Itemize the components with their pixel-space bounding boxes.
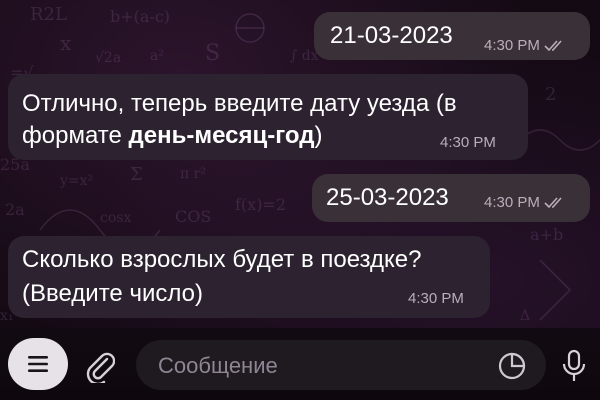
svg-text:x: x bbox=[60, 31, 72, 55]
svg-text:a²: a² bbox=[150, 48, 164, 64]
message-time: 4:30 PM bbox=[440, 134, 496, 151]
svg-text:a+b: a+b bbox=[530, 225, 563, 244]
svg-text:π r²: π r² bbox=[180, 166, 206, 182]
voice-button[interactable] bbox=[556, 344, 592, 388]
message-time: 4:30 PM bbox=[408, 290, 464, 307]
svg-text:Δ: Δ bbox=[520, 308, 530, 324]
svg-text:b+(a-c): b+(a-c) bbox=[110, 7, 170, 26]
svg-text:R2L: R2L bbox=[30, 4, 67, 25]
message-outgoing[interactable]: 25-03-2023 4:30 PM bbox=[312, 174, 590, 222]
sticker-button[interactable] bbox=[494, 348, 530, 384]
message-composer: Сообщение bbox=[0, 328, 600, 400]
svg-text:S: S bbox=[205, 41, 220, 66]
message-text: (Введите число) bbox=[22, 280, 203, 307]
message-incoming[interactable]: Сколько взрослых будет в поездке? (Введи… bbox=[8, 236, 490, 318]
svg-text:cosx: cosx bbox=[100, 210, 131, 226]
svg-text:Σ: Σ bbox=[130, 164, 143, 185]
message-meta: 4:30 PM bbox=[408, 290, 464, 307]
double-check-icon bbox=[544, 39, 562, 51]
svg-text:y=x²: y=x² bbox=[59, 173, 93, 189]
message-time: 4:30 PM bbox=[484, 194, 540, 211]
message-text: формате bbox=[22, 122, 129, 149]
menu-button[interactable] bbox=[8, 338, 68, 390]
message-meta: 4:30 PM bbox=[440, 134, 496, 151]
microphone-icon bbox=[562, 349, 586, 381]
message-text: 21-03-2023 bbox=[330, 22, 453, 49]
message-meta: 4:30 PM bbox=[484, 37, 566, 54]
sticker-icon bbox=[498, 352, 526, 380]
message-text: ) bbox=[314, 122, 323, 149]
svg-text:2a: 2a bbox=[5, 200, 25, 219]
paperclip-icon bbox=[86, 352, 115, 383]
message-text: 25-03-2023 bbox=[326, 184, 449, 211]
message-meta: 4:30 PM bbox=[484, 194, 566, 211]
menu-icon bbox=[28, 356, 48, 372]
message-text-line: Отлично, теперь введите дату уезда (в bbox=[22, 86, 457, 122]
svg-text:COS: COS bbox=[175, 207, 211, 226]
message-input[interactable]: Сообщение bbox=[136, 340, 546, 390]
message-time: 4:30 PM bbox=[484, 37, 540, 54]
message-input-placeholder: Сообщение bbox=[158, 353, 278, 378]
svg-text:√2a: √2a bbox=[95, 50, 121, 66]
message-text-line: (Введите число) bbox=[22, 276, 203, 312]
message-text-line: формате день-месяц-год) bbox=[22, 118, 322, 154]
message-text: Сколько взрослых будет в поездке? bbox=[22, 246, 422, 273]
message-outgoing[interactable]: 21-03-2023 4:30 PM bbox=[314, 12, 590, 60]
svg-text:f(x)=2: f(x)=2 bbox=[235, 195, 286, 214]
message-text: Отлично, теперь введите дату уезда (в bbox=[22, 90, 457, 117]
message-incoming[interactable]: Отлично, теперь введите дату уезда (в фо… bbox=[8, 74, 528, 160]
double-check-icon bbox=[544, 196, 562, 208]
svg-text:2: 2 bbox=[545, 84, 556, 105]
attach-button[interactable] bbox=[80, 346, 120, 386]
message-text-line: Сколько взрослых будет в поездке? bbox=[22, 242, 421, 278]
date-format-bold: день-месяц-год bbox=[128, 122, 315, 149]
